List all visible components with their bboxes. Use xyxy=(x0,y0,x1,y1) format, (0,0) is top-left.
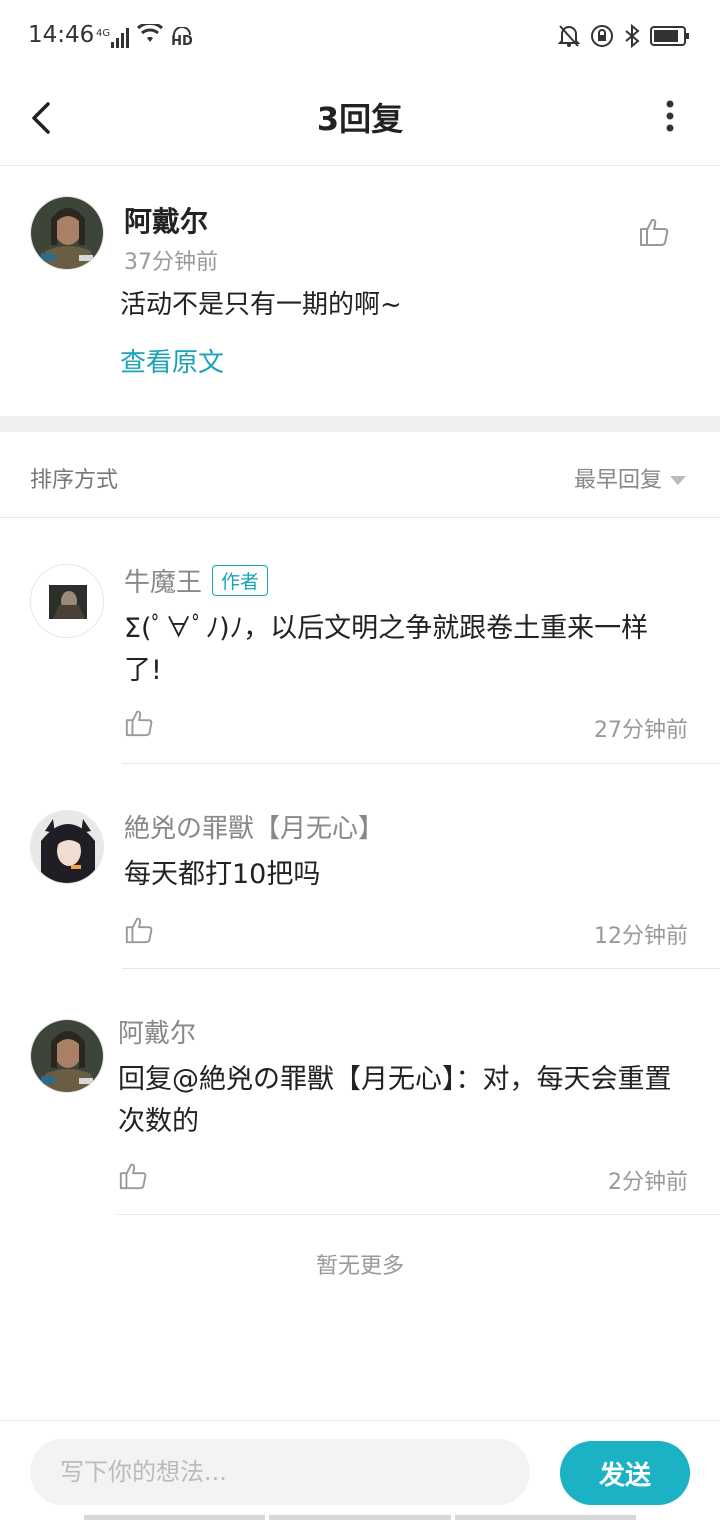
reply-divider xyxy=(116,1214,720,1215)
like-button[interactable] xyxy=(124,708,154,738)
comment-author[interactable]: 阿戴尔 xyxy=(124,200,208,240)
reply-content: 回复@絶兇の罪獸【月无心】：对，每天会重置次数的 xyxy=(118,1064,672,1137)
reply-content: Σ(ﾟ∀ﾟﾉ)ﾉ，以后文明之争就跟卷土重来一样了! xyxy=(124,613,649,686)
send-button[interactable]: 发送 xyxy=(560,1441,690,1505)
sort-label: 排序方式 xyxy=(30,468,119,493)
avatar[interactable] xyxy=(30,196,104,270)
sort-bar: 排序方式 最早回复 xyxy=(0,432,720,518)
reply-time: 27分钟前 xyxy=(594,718,688,743)
bluetooth-icon xyxy=(624,23,640,52)
mute-icon xyxy=(557,24,581,52)
more-options-button[interactable] xyxy=(660,94,680,142)
status-bar: 14:46 4G HD xyxy=(0,0,720,76)
sort-dropdown[interactable]: 最早回复 xyxy=(574,462,686,494)
avatar[interactable] xyxy=(30,564,104,638)
reply-author[interactable]: 牛魔王 xyxy=(124,562,202,599)
status-time: 14:46 xyxy=(28,22,95,48)
caret-down-icon xyxy=(670,475,686,485)
no-more-label: 暂无更多 xyxy=(315,1254,404,1279)
reply-author[interactable]: 阿戴尔 xyxy=(118,1013,196,1050)
reply-item: 阿戴尔 回复@絶兇の罪獸【月无心】：对，每天会重置次数的 2分钟前 xyxy=(0,969,720,1215)
rotation-lock-icon xyxy=(590,24,614,52)
network-type-label: 4G xyxy=(96,28,111,39)
thumbs-up-icon xyxy=(125,917,153,944)
navigation-handle xyxy=(84,1515,636,1520)
reply-author-row: 牛魔王 作者 xyxy=(124,562,269,599)
page-title: 3回复 xyxy=(316,100,404,138)
more-vertical-icon xyxy=(666,100,674,132)
like-button[interactable] xyxy=(118,1161,148,1191)
original-comment: 阿戴尔 37分钟前 活动不是只有一期的啊~ 查看原文 xyxy=(0,166,720,416)
wifi-icon xyxy=(137,21,164,48)
avatar[interactable] xyxy=(30,810,104,884)
comment-input[interactable] xyxy=(30,1439,530,1505)
reply-time: 2分钟前 xyxy=(608,1170,688,1195)
hd-label: HD xyxy=(171,34,193,49)
thumbs-up-icon xyxy=(119,1163,147,1190)
thumbs-up-icon xyxy=(640,218,669,246)
reply-item: 牛魔王 作者 Σ(ﾟ∀ﾟﾉ)ﾉ，以后文明之争就跟卷土重来一样了! 27分钟前 xyxy=(0,518,720,764)
status-left-icons: 4G HD xyxy=(96,21,193,48)
top-app-bar: 3回复 xyxy=(0,76,720,166)
like-button[interactable] xyxy=(638,216,670,248)
hd-icon: HD xyxy=(171,27,193,48)
thumbs-up-icon xyxy=(125,710,153,737)
avatar[interactable] xyxy=(30,1019,104,1093)
battery-icon xyxy=(650,25,690,51)
section-divider xyxy=(0,416,720,432)
view-original-link[interactable]: 查看原文 xyxy=(120,342,224,379)
reply-item: 絶兇の罪獸【月无心】 每天都打10把吗 12分钟前 xyxy=(0,764,720,969)
comment-content: 活动不是只有一期的啊~ xyxy=(120,290,402,320)
reply-time: 12分钟前 xyxy=(594,924,688,949)
status-right-icons xyxy=(557,23,690,52)
reply-detail-page: 14:46 4G HD 3回复 阿戴尔 37分钟前 活动不是只有一期的啊~ 查看… xyxy=(0,0,720,1520)
reply-author-row: 絶兇の罪獸【月无心】 xyxy=(124,808,384,845)
reply-author[interactable]: 絶兇の罪獸【月无心】 xyxy=(124,808,384,845)
sort-selected-value: 最早回复 xyxy=(573,468,662,493)
reply-content: 每天都打10把吗 xyxy=(124,859,321,890)
signal-icon: 4G xyxy=(96,28,130,48)
author-badge: 作者 xyxy=(212,565,269,596)
comment-input-bar: 发送 xyxy=(0,1420,720,1520)
reply-author-row: 阿戴尔 xyxy=(118,1013,196,1050)
comment-time: 37分钟前 xyxy=(124,250,218,275)
like-button[interactable] xyxy=(124,915,154,945)
